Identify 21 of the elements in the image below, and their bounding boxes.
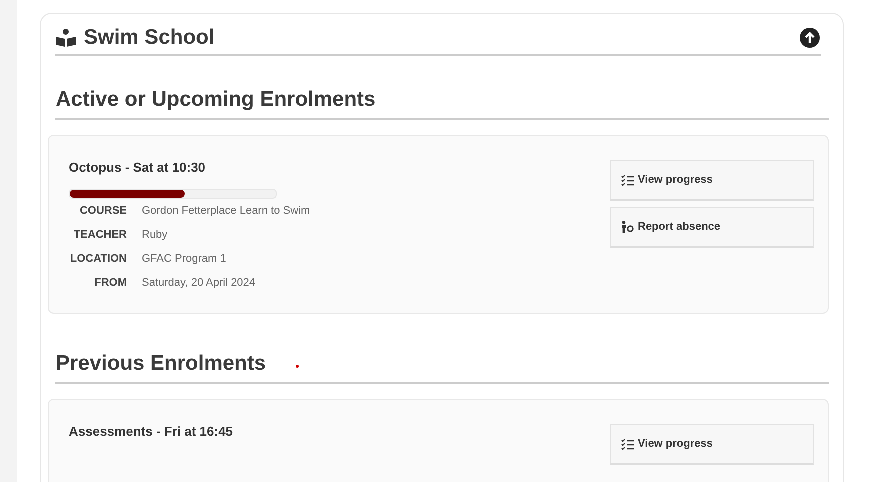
detail-value: Ruby <box>142 229 169 241</box>
detail-label: LOCATION <box>69 253 127 265</box>
reading-person-icon <box>56 29 76 47</box>
section-heading: Active or Upcoming Enrolments <box>56 88 376 112</box>
detail-label: FROM <box>94 277 127 289</box>
report-absence-button[interactable]: Report absence <box>610 207 814 248</box>
checklist-icon <box>621 174 634 186</box>
enrolment-title: Assessments - Fri at 16:45 <box>69 424 234 439</box>
collapse-button[interactable] <box>800 28 820 48</box>
enrolment-title: Octopus - Sat at 10:30 <box>69 160 207 175</box>
view-progress-button[interactable]: View progress <box>610 160 814 201</box>
detail-value: Saturday, 20 April 2024 <box>142 277 257 289</box>
panel-title: Swim School <box>84 26 216 50</box>
detail-value: GFAC Program 1 <box>142 253 228 265</box>
detail-label: TEACHER <box>72 229 127 241</box>
section-heading: Previous Enrolments <box>56 352 266 376</box>
checklist-icon <box>621 438 634 450</box>
detail-label: COURSE <box>78 205 127 217</box>
detail-value: Gordon Fetterplace Learn to Swim <box>142 205 310 217</box>
person-icon <box>621 221 634 233</box>
view-progress-button[interactable]: View progress <box>610 424 814 465</box>
